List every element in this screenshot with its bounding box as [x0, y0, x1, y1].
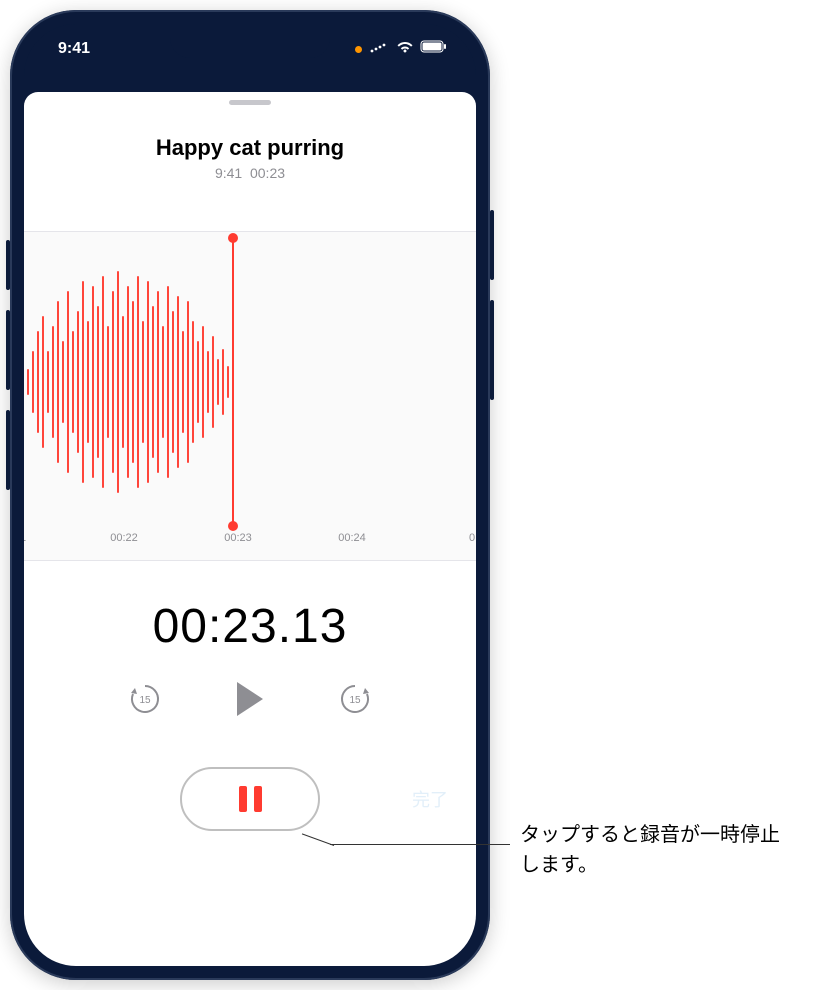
- done-button[interactable]: 完了: [412, 786, 448, 812]
- pause-icon: [239, 786, 262, 812]
- status-time: 9:41: [58, 40, 90, 58]
- recording-time: 9:41: [215, 165, 242, 181]
- side-hw-button-2: [6, 310, 10, 390]
- transport-controls: 15 15: [24, 680, 476, 723]
- cellular-icon: [370, 40, 390, 58]
- sheet-grabber[interactable]: [229, 100, 271, 105]
- side-hw-button: [6, 240, 10, 290]
- wifi-icon: [396, 40, 414, 58]
- timeline-ticks: 21 00:22 00:23 00:24 0: [24, 532, 476, 560]
- battery-icon: [420, 40, 448, 58]
- tick-label: 0: [469, 532, 475, 544]
- playhead-indicator[interactable]: [232, 238, 234, 526]
- callout-text: タップすると録音が一時停止します。: [520, 820, 790, 880]
- callout-leader-line: [330, 844, 510, 845]
- phone-frame: 9:41 Happy cat purring 9:41 00:23: [10, 10, 490, 980]
- svg-text:15: 15: [349, 695, 361, 706]
- tick-label: 00:23: [224, 532, 252, 544]
- recording-duration: 00:23: [250, 165, 285, 181]
- tick-label: 00:22: [110, 532, 138, 544]
- recording-subtitle: 9:41 00:23: [24, 165, 476, 181]
- status-right: [355, 40, 448, 58]
- elapsed-timer: 00:23.13: [24, 599, 476, 654]
- screen: 9:41 Happy cat purring 9:41 00:23: [24, 24, 476, 966]
- tick-label: 00:24: [338, 532, 366, 544]
- record-row: 完了: [24, 767, 476, 831]
- waveform-area[interactable]: 21 00:22 00:23 00:24 0: [24, 231, 476, 561]
- volume-down-button: [490, 300, 494, 400]
- waveform-graphic: [24, 232, 476, 532]
- svg-text:15: 15: [139, 695, 151, 706]
- side-hw-button-3: [6, 410, 10, 490]
- rewind-15-button[interactable]: 15: [127, 681, 163, 722]
- pause-record-button[interactable]: [180, 767, 320, 831]
- recording-title: Happy cat purring: [24, 135, 476, 161]
- forward-15-button[interactable]: 15: [337, 681, 373, 722]
- play-button[interactable]: [233, 680, 267, 723]
- notch: [170, 24, 330, 58]
- volume-up-button: [490, 210, 494, 280]
- recorder-sheet: Happy cat purring 9:41 00:23: [24, 92, 476, 966]
- tick-label: 21: [24, 532, 26, 544]
- recording-indicator-dot: [355, 46, 362, 53]
